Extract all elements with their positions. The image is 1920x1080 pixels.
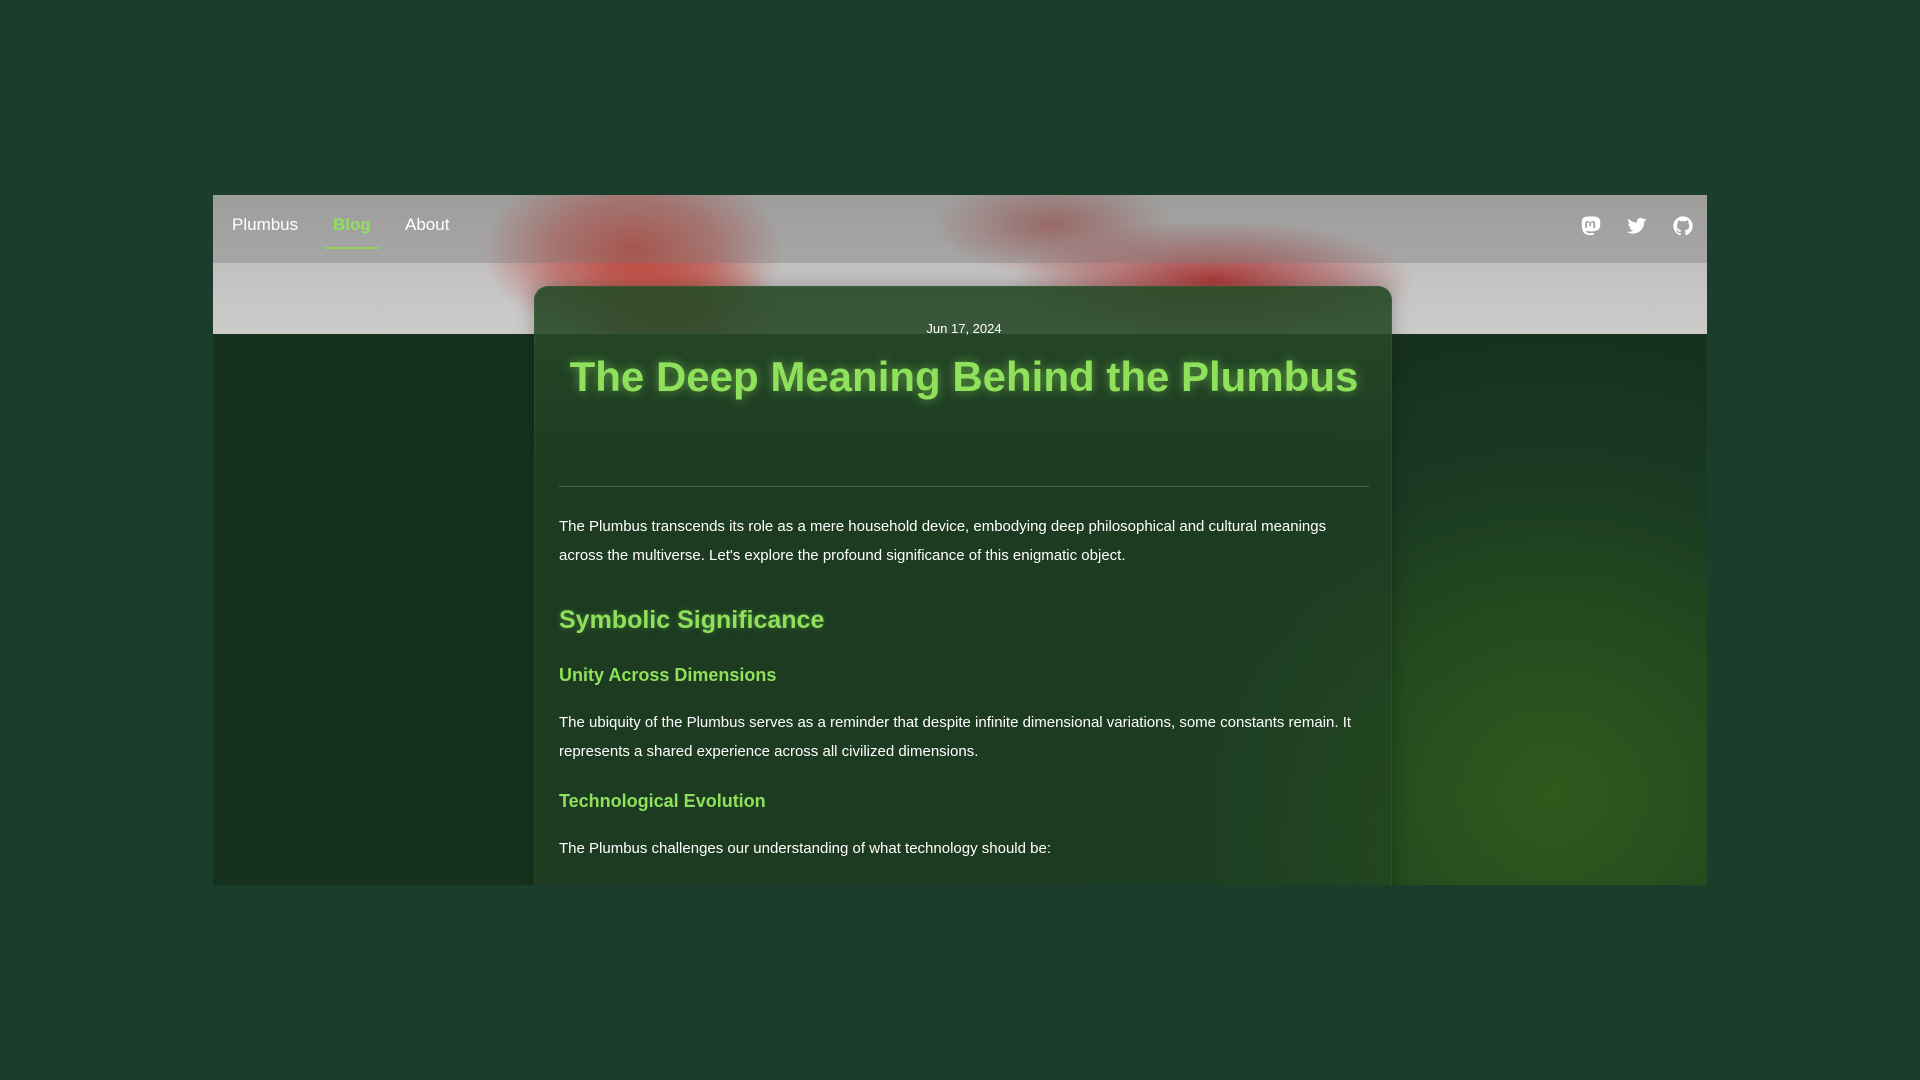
twitter-icon[interactable] <box>1626 215 1650 239</box>
post-title: The Deep Meaning Behind the Plumbus <box>569 353 1359 400</box>
active-tab-indicator <box>324 247 380 249</box>
subsection-heading-technology: Technological Evolution <box>559 791 766 811</box>
nav-about-link[interactable]: About <box>405 211 449 251</box>
post-date: Jun 17, 2024 <box>926 321 1002 336</box>
post-intro: The Plumbus transcends its role as a mer… <box>559 518 1327 564</box>
mastodon-icon[interactable] <box>1580 215 1604 239</box>
subsection-heading-unity: Unity Across Dimensions <box>559 665 777 685</box>
top-nav: Plumbus Blog About <box>213 195 1707 263</box>
subsection-text-technology: The Plumbus challenges our understanding… <box>559 840 1051 857</box>
browser-viewport: Plumbus Blog About Jun 17, 2024 The Deep… <box>213 195 1707 885</box>
subsection-text-unity: The ubiquity of the Plumbus serves as a … <box>559 714 1352 760</box>
nav-home-link[interactable]: Plumbus <box>232 211 298 251</box>
nav-blog-link[interactable]: Blog <box>333 211 371 251</box>
section-heading: Symbolic Significance <box>559 606 825 634</box>
github-icon[interactable] <box>1672 215 1696 239</box>
title-divider <box>559 486 1369 487</box>
